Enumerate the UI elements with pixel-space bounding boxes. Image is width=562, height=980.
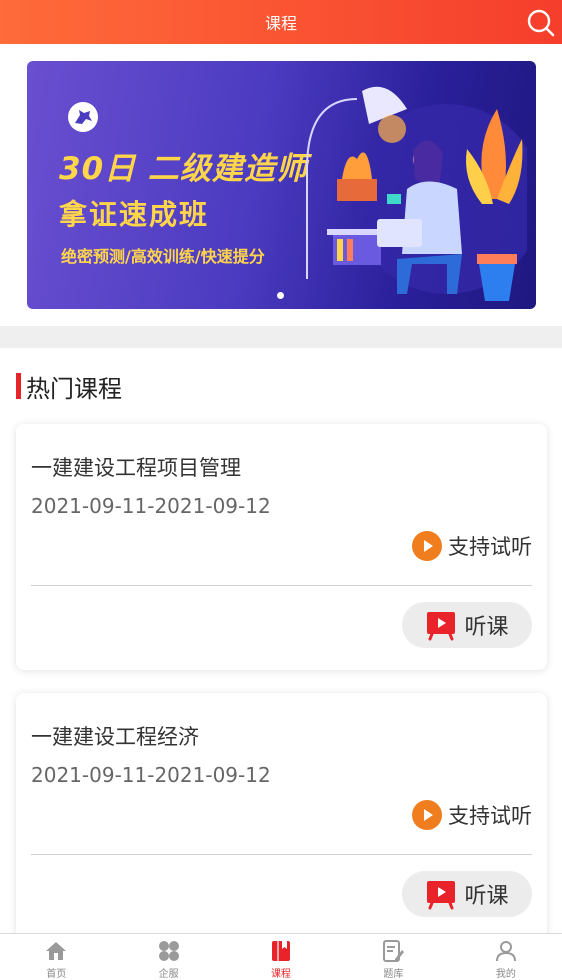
card-divider <box>31 585 532 586</box>
play-circle-icon <box>412 531 442 561</box>
course-card[interactable]: 一建建设工程经济 2021-09-11-2021-09-12 支持试听 听课 <box>16 693 547 939</box>
card-divider <box>31 854 532 855</box>
course-title: 一建建设工程经济 <box>31 725 199 749</box>
trial-label: 支持试听 <box>448 804 532 828</box>
trial-badge: 支持试听 <box>412 800 532 830</box>
search-icon[interactable] <box>526 8 556 38</box>
trial-badge: 支持试听 <box>412 531 532 561</box>
page-title: 课程 <box>264 14 297 33</box>
user-icon <box>495 941 516 962</box>
promo-banner[interactable]: 30日 二级建造师 拿证速成班 绝密预测/高效训练/快速提分 <box>27 61 536 309</box>
play-circle-icon <box>412 800 442 830</box>
banner-illustration <box>306 86 527 301</box>
banner-subheadline: 拿证速成班 <box>59 198 210 231</box>
tab-enterprise[interactable]: 企服 <box>112 934 224 980</box>
book-icon <box>272 941 291 961</box>
tab-profile[interactable]: 我的 <box>450 934 562 980</box>
top-bar: 课程 <box>0 0 562 44</box>
horse-logo-icon <box>67 101 99 133</box>
tab-label: 课程 <box>271 969 292 980</box>
banner-headline: 30日 二级建造师 <box>59 151 308 187</box>
grid-icon <box>158 941 179 961</box>
listen-label: 听课 <box>464 884 509 909</box>
listen-button[interactable]: 听课 <box>402 602 532 648</box>
tab-label: 题库 <box>383 969 404 980</box>
tab-label: 首页 <box>46 969 67 980</box>
edit-doc-icon <box>383 940 405 962</box>
listen-button[interactable]: 听课 <box>402 871 532 917</box>
home-icon <box>46 942 67 960</box>
video-lesson-icon <box>427 612 456 641</box>
listen-label: 听课 <box>464 615 509 640</box>
tab-label: 企服 <box>158 969 179 980</box>
course-date: 2021-09-11-2021-09-12 <box>31 494 271 518</box>
tab-courses[interactable]: 课程 <box>225 934 337 980</box>
course-title: 一建建设工程项目管理 <box>31 456 241 480</box>
section-accent-bar <box>16 373 21 399</box>
tab-question-bank[interactable]: 题库 <box>337 934 449 980</box>
video-lesson-icon <box>427 881 456 910</box>
course-card[interactable]: 一建建设工程项目管理 2021-09-11-2021-09-12 支持试听 听课 <box>16 424 547 670</box>
section-title: 热门课程 <box>26 374 122 403</box>
section-divider <box>0 326 562 348</box>
carousel-indicator[interactable] <box>277 292 284 299</box>
trial-label: 支持试听 <box>448 535 532 559</box>
banner-tagline: 绝密预测/高效训练/快速提分 <box>61 247 265 266</box>
section-header: 热门课程 <box>16 372 122 403</box>
course-date: 2021-09-11-2021-09-12 <box>31 763 271 787</box>
tab-home[interactable]: 首页 <box>0 934 112 980</box>
tab-label: 我的 <box>495 969 516 980</box>
bottom-tab-bar: 首页 企服 课程 题库 我的 <box>0 933 562 980</box>
